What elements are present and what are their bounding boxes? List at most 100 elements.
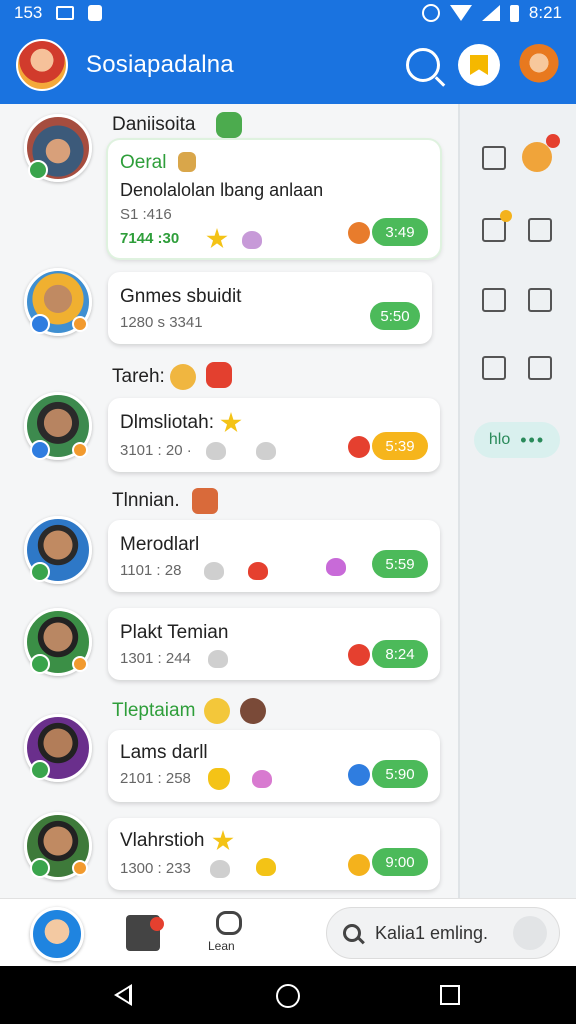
list-item[interactable]: Merodlarl 1101 : 28 5:59 <box>108 520 440 592</box>
smile-icon <box>204 698 230 724</box>
time-badge: 5:90 <box>372 760 428 788</box>
heart-icon[interactable] <box>210 860 230 878</box>
item-name: Dlmsliotah: <box>120 412 214 433</box>
profile-avatar[interactable] <box>30 907 84 961</box>
section-label: Daniisoita <box>112 114 196 135</box>
status-clock: 8:21 <box>528 3 562 22</box>
wifi-icon <box>449 5 472 21</box>
time-badge: 9:00 <box>372 848 428 876</box>
item-meta: 1280 s 3341 <box>120 314 203 331</box>
verified-badge-icon <box>30 314 50 334</box>
monster-icon <box>206 362 232 388</box>
verified-badge-icon <box>30 654 50 674</box>
list-item[interactable]: Vlahrstioh 1300 : 233 9:00 <box>108 818 440 890</box>
home-outline-icon[interactable] <box>482 356 506 380</box>
heart-icon[interactable] <box>252 770 272 788</box>
delete-icon[interactable] <box>528 218 552 242</box>
item-name: Lams darll <box>120 742 208 763</box>
status-badge-icon <box>72 656 88 672</box>
chat-icon[interactable] <box>216 911 242 935</box>
heart-icon[interactable] <box>242 231 262 249</box>
chip-label: hlo <box>488 431 511 448</box>
time-badge: 5:50 <box>370 302 420 330</box>
clipboard-icon[interactable] <box>528 356 552 380</box>
section-label: Tlnnian. <box>112 490 180 511</box>
item-stats: 7144 :30 <box>120 230 180 247</box>
heart-icon[interactable] <box>208 650 228 668</box>
status-badge-icon <box>72 316 88 332</box>
star-icon <box>212 830 234 851</box>
avatar-small <box>240 698 266 724</box>
section-label: Tleptaiam <box>112 700 196 721</box>
calendar-icon[interactable] <box>482 288 506 312</box>
status-dot-icon <box>348 222 370 244</box>
search-icon <box>343 924 361 942</box>
item-meta: S1 :416 <box>120 206 172 223</box>
character-icon <box>192 488 218 514</box>
sticker-icon <box>326 558 346 576</box>
search-field[interactable]: Kalia1 emling. <box>326 907 560 959</box>
item-title: Oeral <box>120 152 167 173</box>
heart-icon[interactable] <box>204 562 224 580</box>
lock-icon <box>88 5 103 21</box>
item-meta: 3101 : 20 · <box>120 442 192 459</box>
item-name: Gnmes sbuidit <box>120 286 242 307</box>
status-dot-icon <box>348 436 370 458</box>
item-body: Denolalolan lbang anlaan <box>120 180 324 200</box>
recent-apps-icon[interactable] <box>440 985 460 1005</box>
edit-icon[interactable] <box>482 218 506 242</box>
app-title: Sosiapadalna <box>86 51 234 78</box>
verified-badge-icon <box>30 562 50 582</box>
home-button-icon[interactable] <box>276 984 300 1008</box>
star-icon <box>220 412 242 433</box>
lion-icon <box>170 364 196 390</box>
status-dot-icon <box>348 644 370 666</box>
right-rail <box>458 104 576 898</box>
status-badge-icon <box>72 860 88 876</box>
home-icon[interactable] <box>482 146 506 170</box>
mascot-icon[interactable] <box>518 44 560 86</box>
heart-icon[interactable] <box>206 442 226 460</box>
list-item[interactable]: Dlmsliotah: 3101 : 20 · 5:39 <box>108 398 440 472</box>
trash-icon[interactable] <box>528 288 552 312</box>
section-label: Tareh: <box>112 366 165 387</box>
item-meta: 2101 : 258 <box>120 770 191 787</box>
profile-icon[interactable] <box>522 142 552 172</box>
item-meta: 1300 : 233 <box>120 860 191 877</box>
list-item[interactable]: Oeral Denolalolan lbang anlaan S1 :416 7… <box>108 140 440 258</box>
battery-icon <box>509 4 519 22</box>
back-icon[interactable] <box>114 984 132 1006</box>
plant-icon <box>216 112 242 138</box>
status-badge-icon <box>72 442 88 458</box>
list-item[interactable]: Lams darll 2101 : 258 5:90 <box>108 730 440 802</box>
trophy-icon <box>208 768 230 790</box>
search-icon[interactable] <box>406 48 440 82</box>
notification-icon <box>56 6 75 20</box>
list-item[interactable]: Gnmes sbuidit 1280 s 3341 5:50 <box>108 272 432 344</box>
time-badge: 8:24 <box>372 640 428 668</box>
list-item[interactable]: Plakt Temian 1301 : 244 8:24 <box>108 608 440 680</box>
alarm-icon <box>421 4 440 22</box>
verified-badge-icon <box>30 440 50 460</box>
app-avatar[interactable] <box>16 39 68 91</box>
heart-icon[interactable] <box>256 858 276 876</box>
verified-badge-icon <box>30 858 50 878</box>
signal-icon <box>481 5 500 21</box>
item-meta: 1101 : 28 <box>120 562 182 579</box>
plus-badge-icon <box>500 210 512 222</box>
verified-badge-icon <box>28 160 48 180</box>
status-time-left: 153 <box>14 3 43 22</box>
more-icon[interactable]: ••• <box>520 430 545 451</box>
heart-icon[interactable] <box>256 442 276 460</box>
status-dot-icon <box>348 854 370 876</box>
bookmark-button[interactable] <box>458 44 500 86</box>
mic-icon[interactable] <box>513 916 547 950</box>
bookmark-icon <box>470 55 488 75</box>
robot-badge-icon <box>150 917 164 931</box>
item-name: Plakt Temian <box>120 622 229 643</box>
star-icon <box>206 228 228 249</box>
search-placeholder: Kalia1 emling. <box>375 922 489 943</box>
rail-chip[interactable]: hlo ••• <box>474 422 560 458</box>
bag-icon <box>178 152 196 172</box>
heart-icon[interactable] <box>248 562 268 580</box>
